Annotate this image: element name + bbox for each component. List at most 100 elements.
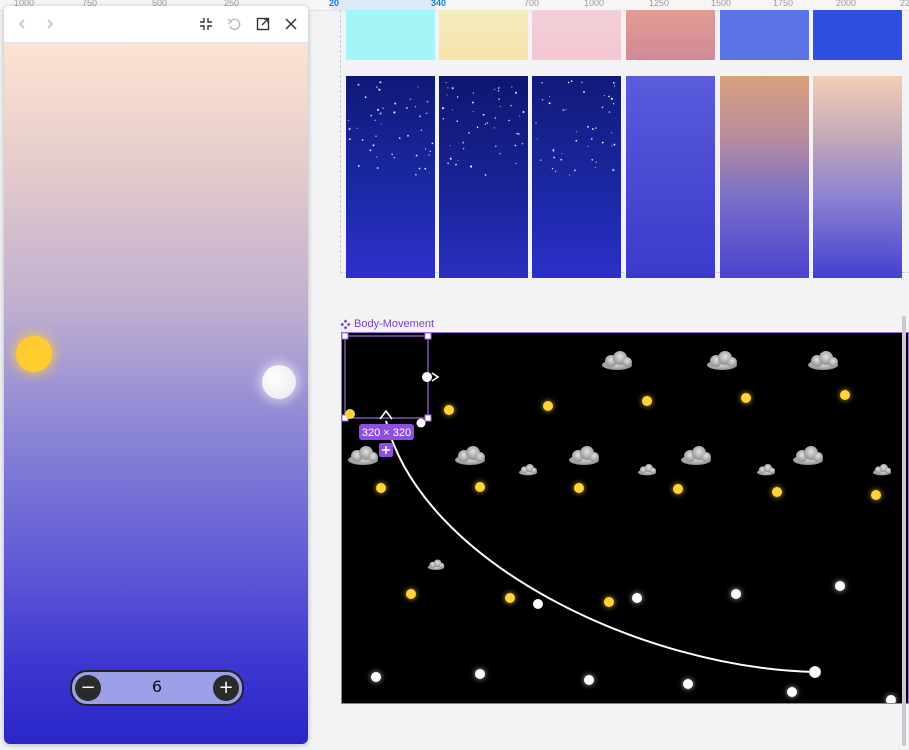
- preview-toolbar: [4, 6, 308, 43]
- star: [494, 117, 496, 119]
- moon-dot: [886, 695, 896, 703]
- cloud: [569, 446, 599, 465]
- color-swatch-blue[interactable]: [813, 10, 902, 60]
- undo-icon[interactable]: [224, 14, 244, 34]
- path-point[interactable]: [533, 599, 543, 609]
- night-stars-frame-3[interactable]: [532, 76, 621, 278]
- star: [476, 126, 479, 129]
- star: [429, 150, 431, 153]
- path-start-point[interactable]: [416, 418, 426, 428]
- moon-dot: [632, 593, 642, 603]
- frame-label[interactable]: Body-Movement: [340, 318, 434, 330]
- star: [552, 149, 555, 152]
- sun-dot: [840, 390, 850, 400]
- star: [356, 127, 358, 129]
- star: [428, 154, 430, 156]
- star: [494, 145, 497, 148]
- chevron-right-icon[interactable]: [40, 14, 60, 34]
- star: [541, 81, 543, 84]
- star: [567, 81, 570, 84]
- star: [595, 127, 597, 129]
- star: [594, 167, 596, 169]
- star: [414, 106, 417, 108]
- resize-handle[interactable]: [342, 333, 349, 340]
- star: [484, 173, 487, 176]
- sun-dot: [475, 482, 485, 492]
- star: [551, 167, 554, 170]
- chevron-right-icon: [431, 372, 440, 382]
- star: [376, 167, 379, 169]
- chevron-left-icon[interactable]: [12, 14, 32, 34]
- color-swatch-cyan[interactable]: [346, 10, 435, 60]
- star: [591, 158, 594, 161]
- selection-box[interactable]: [344, 335, 429, 419]
- star: [535, 122, 537, 124]
- path-end-point[interactable]: [809, 666, 821, 678]
- night-stars-frame-1[interactable]: [346, 76, 435, 278]
- star: [445, 82, 447, 84]
- star: [393, 111, 396, 114]
- close-icon[interactable]: [281, 14, 301, 34]
- star: [379, 81, 382, 84]
- dawn-blue-frame[interactable]: [813, 76, 902, 278]
- star: [515, 91, 517, 94]
- moon-dot: [787, 687, 797, 697]
- star: [452, 109, 454, 111]
- star: [601, 106, 604, 109]
- star: [612, 103, 615, 105]
- star: [519, 115, 521, 117]
- star: [497, 90, 500, 92]
- star: [470, 165, 473, 168]
- star: [370, 114, 373, 117]
- star: [515, 162, 517, 165]
- star: [468, 132, 470, 134]
- star: [575, 131, 577, 133]
- dusk-blue-frame[interactable]: [626, 76, 715, 278]
- sun-dot: [444, 405, 454, 415]
- star: [562, 109, 565, 112]
- star: [587, 145, 589, 147]
- star: [456, 96, 459, 98]
- star: [613, 143, 616, 146]
- star: [451, 87, 454, 90]
- star: [361, 139, 364, 141]
- sky-gradient-canvas: − 6 +: [4, 43, 308, 744]
- star: [463, 148, 465, 150]
- external-link-icon[interactable]: [253, 14, 273, 34]
- star: [610, 97, 613, 100]
- color-swatch-pink[interactable]: [532, 10, 621, 60]
- star: [575, 139, 578, 142]
- star: [382, 107, 384, 110]
- star: [565, 109, 567, 111]
- collapse-icon[interactable]: [196, 14, 216, 34]
- cloud: [757, 464, 775, 476]
- motion-path[interactable]: [385, 420, 816, 673]
- star: [591, 128, 594, 130]
- night-stars-frame-2[interactable]: [439, 76, 528, 278]
- star: [447, 162, 450, 165]
- body-movement-frame[interactable]: 320 × 320: [341, 332, 909, 704]
- moon-dot: [475, 669, 485, 679]
- star: [612, 81, 615, 84]
- star: [425, 112, 428, 115]
- star: [424, 148, 427, 150]
- path-handle[interactable]: [422, 372, 432, 382]
- sunset-blue-frame[interactable]: [720, 76, 809, 278]
- star: [369, 149, 372, 152]
- star: [379, 112, 382, 115]
- resize-handle[interactable]: [424, 333, 432, 340]
- color-swatch-rose[interactable]: [626, 10, 715, 60]
- selected-dot: [345, 409, 355, 419]
- ruler-tick: 1750: [773, 0, 794, 8]
- star: [418, 167, 421, 170]
- star: [348, 127, 351, 131]
- canvas-scrollbar[interactable]: [902, 316, 906, 746]
- star: [409, 98, 412, 100]
- increment-button[interactable]: +: [213, 675, 239, 701]
- resize-handle[interactable]: [424, 414, 432, 422]
- star: [472, 110, 474, 113]
- color-swatch-periwinkle[interactable]: [720, 10, 809, 60]
- star: [549, 96, 551, 98]
- star: [420, 129, 423, 132]
- color-swatch-yellow[interactable]: [439, 10, 528, 60]
